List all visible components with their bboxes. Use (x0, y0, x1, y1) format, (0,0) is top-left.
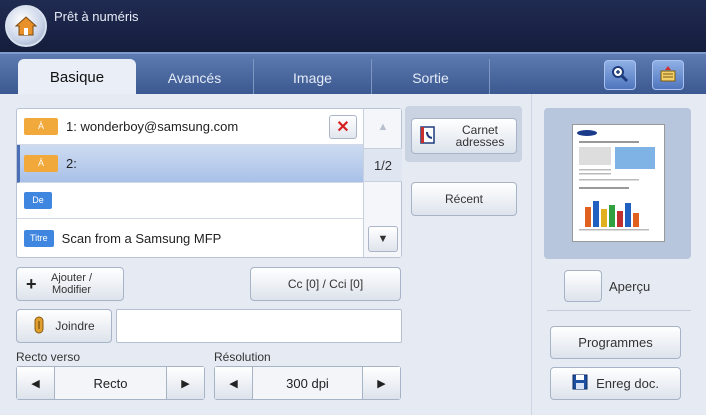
recent-button[interactable]: Récent (411, 182, 517, 216)
address-book-label: Carnet adresses (455, 123, 505, 149)
tab-avances[interactable]: Avancés (136, 59, 254, 96)
recipient-address: 2: (66, 156, 77, 171)
delete-button[interactable]: ✕ (329, 115, 357, 139)
list-scrollbar: ▲ 1/2 ▼ (363, 109, 402, 257)
resolution-prev-button[interactable]: ◀ (215, 367, 253, 399)
resolution-next-button[interactable]: ▶ (362, 367, 400, 399)
scroll-up-button[interactable]: ▲ (368, 114, 398, 140)
title-bar: Prêt à numéris (0, 0, 706, 52)
from-row[interactable]: De (17, 183, 363, 219)
home-icon (15, 16, 37, 36)
plus-icon: + (26, 273, 37, 294)
job-status-button[interactable] (652, 60, 684, 90)
triangle-left-icon: ◀ (229, 377, 238, 390)
scroll-down-button[interactable]: ▼ (368, 226, 398, 252)
triangle-up-icon: ▲ (377, 121, 389, 133)
programs-button[interactable]: Programmes (550, 326, 681, 359)
divider (547, 310, 691, 311)
attach-label: Joindre (55, 319, 95, 333)
close-icon: ✕ (336, 119, 350, 136)
floppy-disk-icon (572, 374, 588, 393)
preview-label: Aperçu (609, 279, 651, 294)
job-status-icon (659, 65, 677, 86)
resolution-value: 300 dpi (286, 375, 329, 391)
tab-image[interactable]: Image (254, 59, 372, 96)
duplex-value: Recto (93, 375, 128, 391)
duplex-next-button[interactable]: ▶ (166, 367, 204, 399)
recipient-row-to-2[interactable]: À 2: (17, 145, 363, 183)
tab-sortie[interactable]: Sortie (372, 59, 490, 96)
save-doc-button[interactable]: Enreg doc. (550, 367, 681, 400)
address-book-button[interactable]: Carnet adresses (411, 118, 517, 154)
subject-row[interactable]: Titre Scan from a Samsung MFP (17, 220, 363, 256)
triangle-right-icon: ▶ (181, 377, 190, 390)
address-book-icon (420, 125, 436, 147)
duplex-label: Recto verso (16, 350, 81, 364)
triangle-down-icon: ▼ (377, 233, 389, 245)
duplex-spinner: ◀ Recto ▶ (16, 366, 205, 400)
recipient-list: À 1: wonderboy@samsung.com ✕ À 2: De Tit… (16, 108, 402, 258)
recipient-address: 1: wonderboy@samsung.com (66, 119, 239, 134)
cc-bcc-button[interactable]: Cc [0] / Cci [0] (250, 267, 401, 301)
add-modify-button[interactable]: + Ajouter / Modifier (16, 267, 124, 301)
triangle-left-icon: ◀ (31, 377, 40, 390)
attach-button[interactable]: Joindre (16, 309, 112, 343)
preview-checkbox[interactable] (564, 270, 602, 302)
page-indicator: 1/2 (364, 148, 402, 182)
save-doc-label: Enreg doc. (596, 376, 659, 391)
to-tag: À (24, 118, 58, 135)
resolution-spinner: ◀ 300 dpi ▶ (214, 366, 401, 400)
from-tag: De (24, 192, 52, 209)
zoom-in-icon (611, 65, 629, 86)
to-tag: À (24, 155, 58, 172)
zoom-button[interactable] (604, 60, 636, 90)
home-button[interactable] (5, 5, 47, 47)
subject-text: Scan from a Samsung MFP (61, 230, 222, 246)
recipient-row-to-1[interactable]: À 1: wonderboy@samsung.com ✕ (17, 109, 363, 145)
resolution-label: Résolution (214, 350, 271, 364)
add-modify-label: Ajouter / Modifier (51, 272, 92, 296)
duplex-prev-button[interactable]: ◀ (17, 367, 55, 399)
triangle-right-icon: ▶ (377, 377, 386, 390)
window-title: Prêt à numéris (54, 9, 139, 24)
tab-bar: Basique Avancés Image Sortie (0, 52, 706, 96)
subject-tag: Titre (24, 229, 54, 247)
paperclip-icon (33, 316, 45, 337)
tab-basique[interactable]: Basique (18, 59, 136, 96)
attachment-field[interactable] (116, 309, 402, 343)
document-thumbnail (572, 124, 665, 242)
